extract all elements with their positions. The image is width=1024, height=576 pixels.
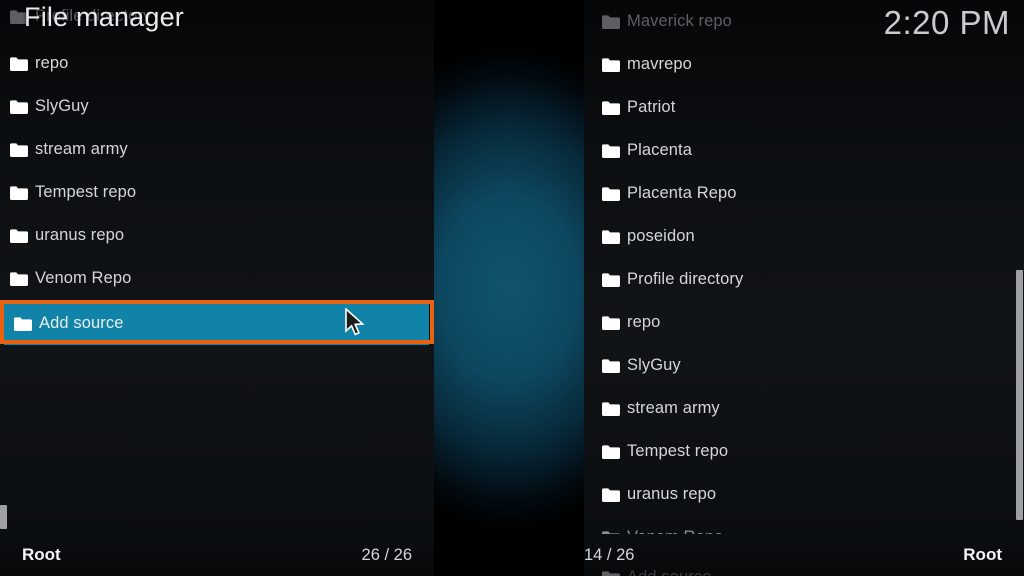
folder-icon <box>10 142 28 157</box>
list-item[interactable]: mavrepo <box>584 43 1024 86</box>
folder-icon <box>602 229 620 244</box>
list-item[interactable]: Placenta Repo <box>584 172 1024 215</box>
list-item[interactable]: repo <box>0 42 434 85</box>
list-item[interactable]: uranus repo <box>0 214 434 257</box>
list-item[interactable]: Tempest repo <box>0 171 434 214</box>
list-item-label: Maverick repo <box>627 12 732 30</box>
list-item[interactable]: Profile directory <box>584 258 1024 301</box>
list-item-label: Tempest repo <box>627 442 729 460</box>
left-scrollbar-thumb[interactable] <box>0 505 7 529</box>
page-title: File manager <box>24 2 184 32</box>
destination-file-list[interactable]: Maverick repo mavrepo Patriot Placenta P… <box>584 0 1024 534</box>
left-status-bar: Root 26 / 26 <box>0 534 434 576</box>
folder-icon <box>602 57 620 72</box>
folder-icon <box>10 56 28 71</box>
right-scrollbar-thumb[interactable] <box>1016 270 1023 520</box>
list-item-label: Profile directory <box>627 270 744 288</box>
list-item[interactable]: poseidon <box>584 215 1024 258</box>
list-item[interactable]: Tempest repo <box>584 430 1024 473</box>
list-item-label: Add source <box>627 568 711 576</box>
list-item-label: repo <box>627 313 661 331</box>
folder-icon <box>10 228 28 243</box>
list-item-label: uranus repo <box>627 485 717 503</box>
folder-icon <box>602 570 620 576</box>
folder-icon <box>602 14 620 29</box>
list-item-label: Placenta Repo <box>627 184 737 202</box>
folder-icon <box>602 444 620 459</box>
folder-icon <box>602 487 620 502</box>
list-item-label: stream army <box>35 140 128 158</box>
folder-icon <box>602 143 620 158</box>
folder-icon <box>602 315 620 330</box>
clock: 2:20 PM <box>883 4 1010 41</box>
list-item[interactable]: stream army <box>584 387 1024 430</box>
file-manager-window: Profile directory repo SlyGuy stream arm… <box>0 0 1024 576</box>
folder-icon <box>602 186 620 201</box>
list-item[interactable]: Venom Repo <box>0 257 434 300</box>
folder-icon <box>602 100 620 115</box>
list-item-label: mavrepo <box>627 55 692 73</box>
list-item-label: poseidon <box>627 227 695 245</box>
list-item-label: uranus repo <box>35 226 125 244</box>
list-item-label: stream army <box>627 399 720 417</box>
folder-icon <box>602 358 620 373</box>
folder-icon <box>10 185 28 200</box>
list-item-label: Add source <box>39 314 124 332</box>
list-item[interactable]: uranus repo <box>584 473 1024 516</box>
list-item[interactable]: repo <box>584 301 1024 344</box>
list-item[interactable]: Placenta <box>584 129 1024 172</box>
list-item[interactable]: SlyGuy <box>0 85 434 128</box>
list-item-label: SlyGuy <box>627 356 681 374</box>
list-item-label: Patriot <box>627 98 676 116</box>
list-item[interactable]: Venom Repo <box>584 516 1024 534</box>
list-item-label: Placenta <box>627 141 693 159</box>
folder-icon <box>602 272 620 287</box>
folder-icon <box>10 271 28 286</box>
mouse-cursor <box>345 308 365 336</box>
list-item-label: Tempest repo <box>35 183 137 201</box>
list-item-label: Venom Repo <box>35 269 132 287</box>
list-item-label: repo <box>35 54 69 72</box>
transfer-panel <box>434 0 961 576</box>
list-item[interactable]: SlyGuy <box>584 344 1024 387</box>
left-item-count: 26 / 26 <box>361 545 412 564</box>
folder-icon <box>602 401 620 416</box>
folder-icon <box>14 316 32 331</box>
list-item-label: SlyGuy <box>35 97 89 115</box>
list-item-clipped[interactable]: Add source <box>584 556 1024 576</box>
source-file-list[interactable]: Profile directory repo SlyGuy stream arm… <box>0 0 434 534</box>
folder-icon <box>10 99 28 114</box>
list-item[interactable]: Patriot <box>584 86 1024 129</box>
list-item[interactable]: stream army <box>0 128 434 171</box>
left-path-label: Root <box>22 545 61 564</box>
